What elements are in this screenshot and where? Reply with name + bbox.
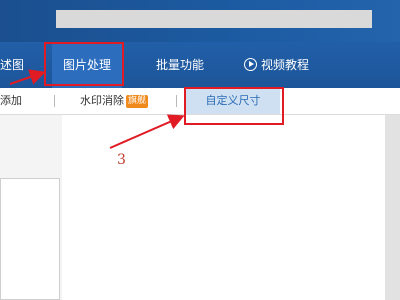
annotation-arrows [9,69,185,149]
step-number-label: 3 [117,152,126,168]
arrow-to-image-processing [9,69,46,85]
arrow-to-custom-size [109,114,185,149]
